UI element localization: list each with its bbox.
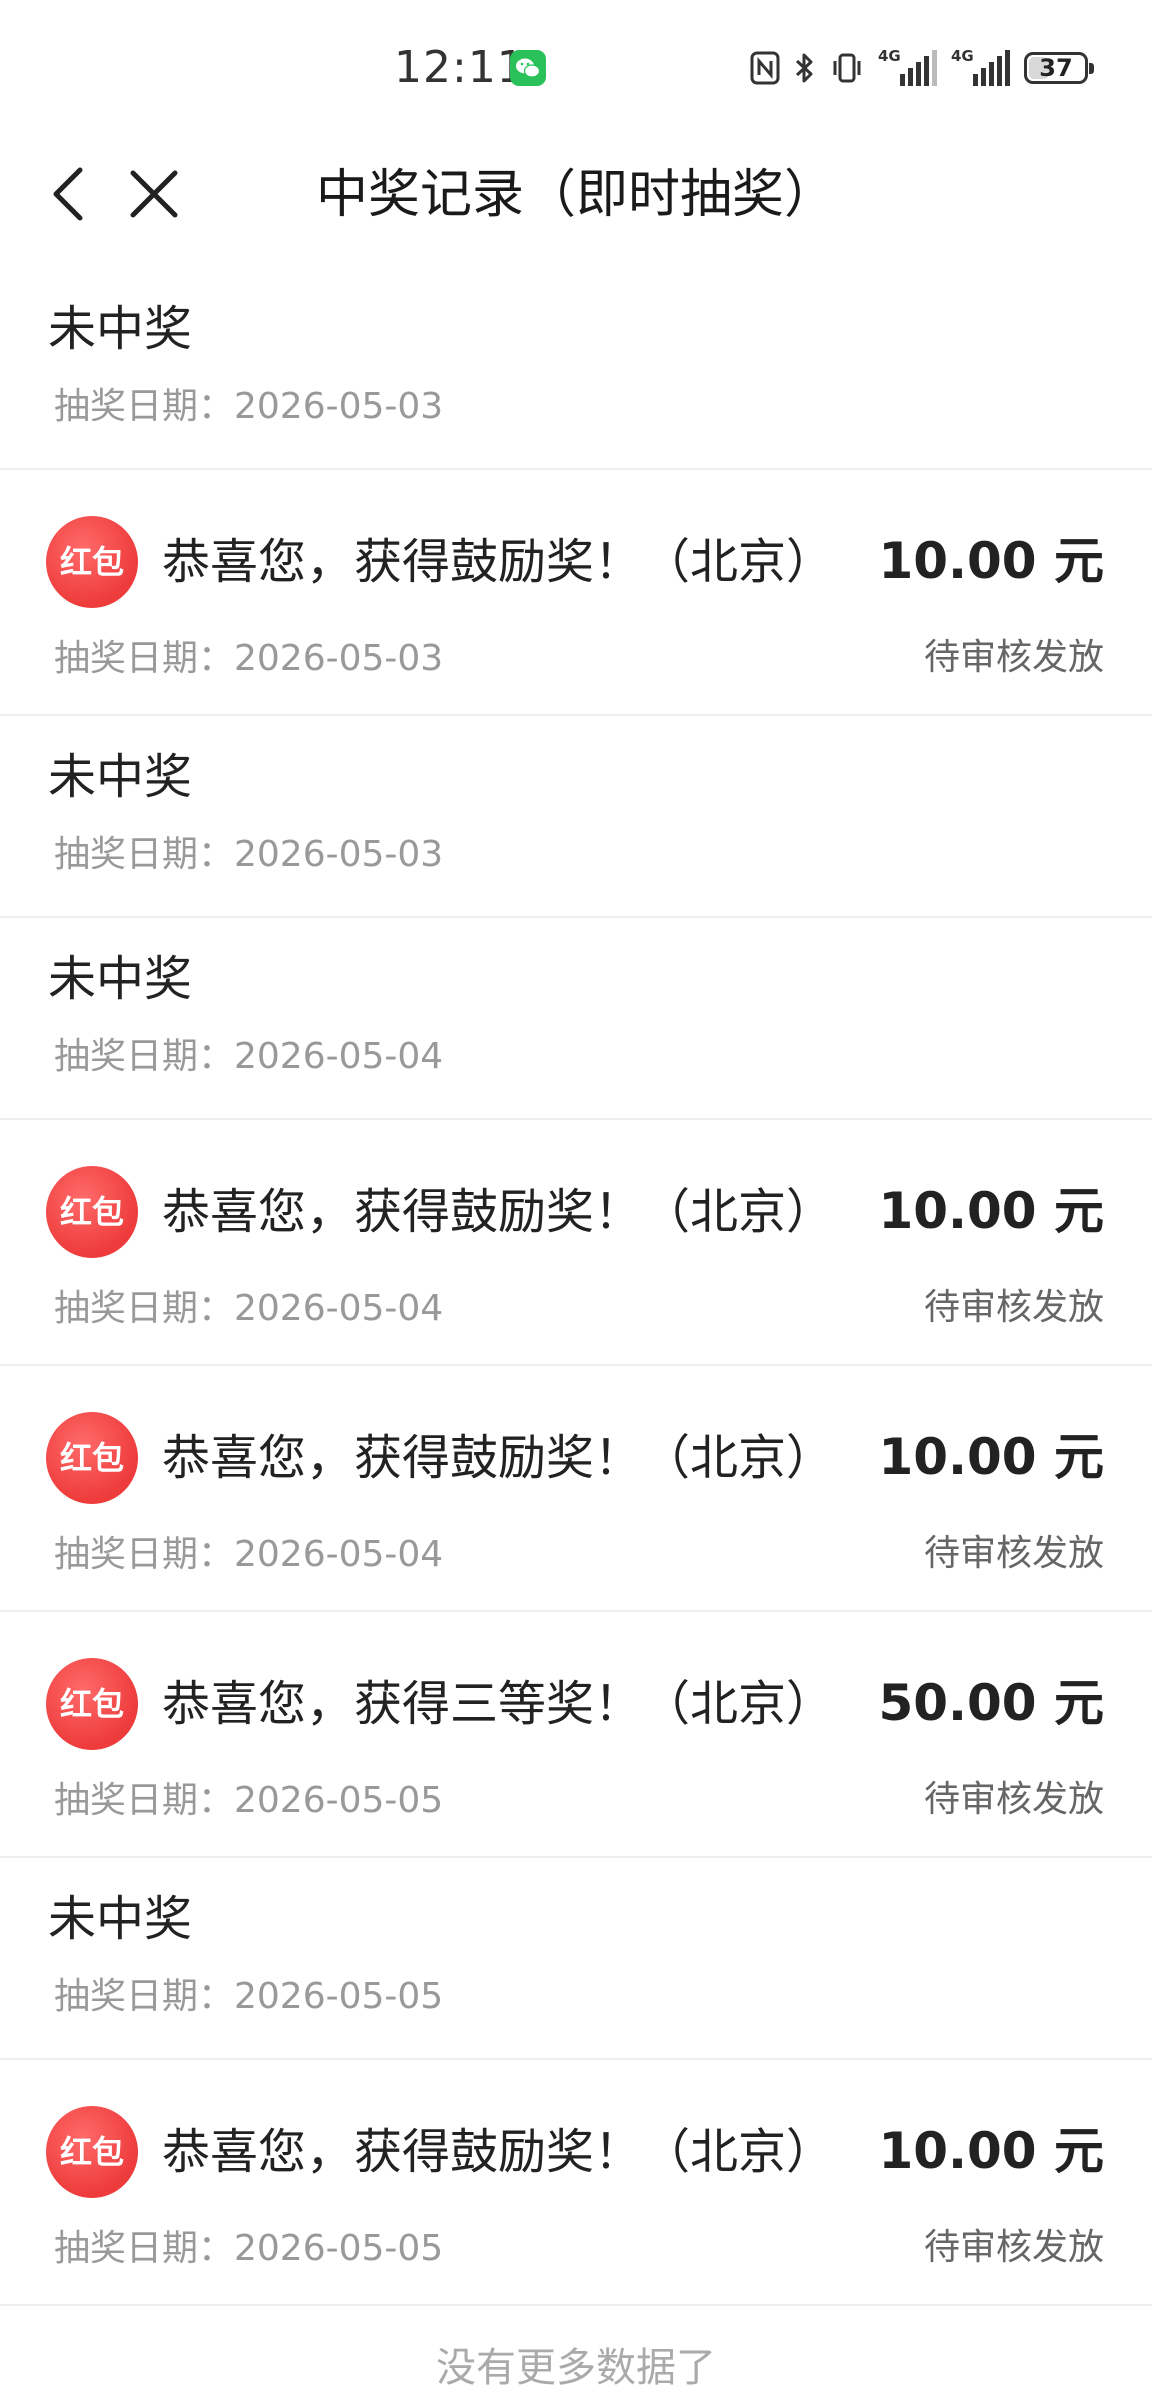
no-more-data-note: 没有更多数据了: [436, 2345, 716, 2391]
list-item[interactable]: 红包 恭喜您，获得鼓励奖！（北京） 10.00 元抽奖日期：2026-05-03 待审…: [0, 470, 1152, 716]
draw-date: 抽奖日期：2026-05-04: [54, 1534, 444, 1575]
list-item[interactable]: 红包 恭喜您，获得鼓励奖！（北京） 10.00 元抽奖日期：2026-05-05 待审…: [0, 2060, 1152, 2306]
record-title: 恭喜您，获得鼓励奖！（北京）: [162, 2124, 835, 2180]
network-type: 4G: [878, 47, 901, 65]
red-packet-icon: 红包: [46, 1166, 138, 1258]
red-packet-icon: 红包: [46, 516, 138, 608]
record-title: 恭喜您，获得鼓励奖！（北京）: [162, 1430, 835, 1486]
draw-date: 抽奖日期：2026-05-04: [54, 1288, 444, 1329]
vibrate-icon: [830, 48, 864, 88]
list-item[interactable]: 红包 恭喜您，获得三等奖！（北京） 50.00 元抽奖日期：2026-05-05 待审…: [0, 1612, 1152, 1858]
payout-status: 待审核发放: [923, 2227, 1104, 2268]
record-title: 未中奖: [48, 951, 193, 1007]
red-packet-icon: 红包: [46, 1658, 138, 1750]
nav-bar: 中奖记录（即时抽奖）: [0, 132, 1152, 256]
record-title: 恭喜您，获得三等奖！（北京）: [162, 1676, 835, 1732]
signal-icon: 4G: [878, 47, 937, 86]
record-title: 未中奖: [48, 1891, 193, 1947]
record-list: 未中奖 抽奖日期：2026-05-03 红包 恭喜您，获得鼓励奖！（北京） 10.00 …: [0, 268, 1152, 2306]
list-item[interactable]: 未中奖抽奖日期：2026-05-05: [0, 1858, 1152, 2060]
record-title: 恭喜您，获得鼓励奖！（北京）: [162, 534, 835, 590]
record-title: 恭喜您，获得鼓励奖！（北京）: [162, 1184, 835, 1240]
list-item[interactable]: 未中奖抽奖日期：2026-05-04: [0, 918, 1152, 1120]
draw-date: 抽奖日期：2026-05-03: [54, 834, 444, 875]
status-time: 12:11: [394, 42, 526, 93]
network-type: 4G: [951, 47, 974, 65]
prize-amount: 10.00 元: [878, 1428, 1104, 1486]
draw-date: 抽奖日期：2026-05-03: [54, 638, 444, 679]
prize-amount: 10.00 元: [878, 532, 1104, 590]
payout-status: 待审核发放: [923, 1287, 1104, 1328]
list-item[interactable]: 红包 恭喜您，获得鼓励奖！（北京） 10.00 元抽奖日期：2026-05-04 待审…: [0, 1120, 1152, 1366]
page-title: 中奖记录（即时抽奖）: [315, 165, 836, 225]
prize-amount: 10.00 元: [878, 1182, 1104, 1240]
status-icons: 4G 4G 37: [750, 46, 1094, 90]
prize-amount: 50.00 元: [878, 1674, 1104, 1732]
battery-icon: 37: [1024, 52, 1094, 84]
draw-date: 抽奖日期：2026-05-05: [54, 1780, 444, 1821]
payout-status: 待审核发放: [923, 1533, 1104, 1574]
status-bar: 12:11 4G 4G 37: [0, 0, 1152, 132]
draw-date: 抽奖日期：2026-05-04: [54, 1036, 444, 1077]
bluetooth-icon: [794, 48, 816, 88]
wechat-icon: [510, 50, 546, 86]
red-packet-icon: 红包: [46, 2106, 138, 2198]
draw-date: 抽奖日期：2026-05-03: [54, 386, 444, 427]
list-item[interactable]: 红包 恭喜您，获得鼓励奖！（北京） 10.00 元抽奖日期：2026-05-04 待审…: [0, 1366, 1152, 1612]
nfc-icon: [750, 48, 780, 88]
list-item[interactable]: 未中奖抽奖日期：2026-05-03: [0, 268, 1152, 470]
battery-level: 37: [1039, 54, 1073, 82]
record-title: 未中奖: [48, 301, 193, 357]
signal-icon: 4G: [951, 47, 1010, 86]
draw-date: 抽奖日期：2026-05-05: [54, 1976, 444, 2017]
prize-amount: 10.00 元: [878, 2122, 1104, 2180]
payout-status: 待审核发放: [923, 637, 1104, 678]
list-item[interactable]: 未中奖抽奖日期：2026-05-03: [0, 716, 1152, 918]
payout-status: 待审核发放: [923, 1779, 1104, 1820]
record-title: 未中奖: [48, 749, 193, 805]
red-packet-icon: 红包: [46, 1412, 138, 1504]
draw-date: 抽奖日期：2026-05-05: [54, 2228, 444, 2269]
